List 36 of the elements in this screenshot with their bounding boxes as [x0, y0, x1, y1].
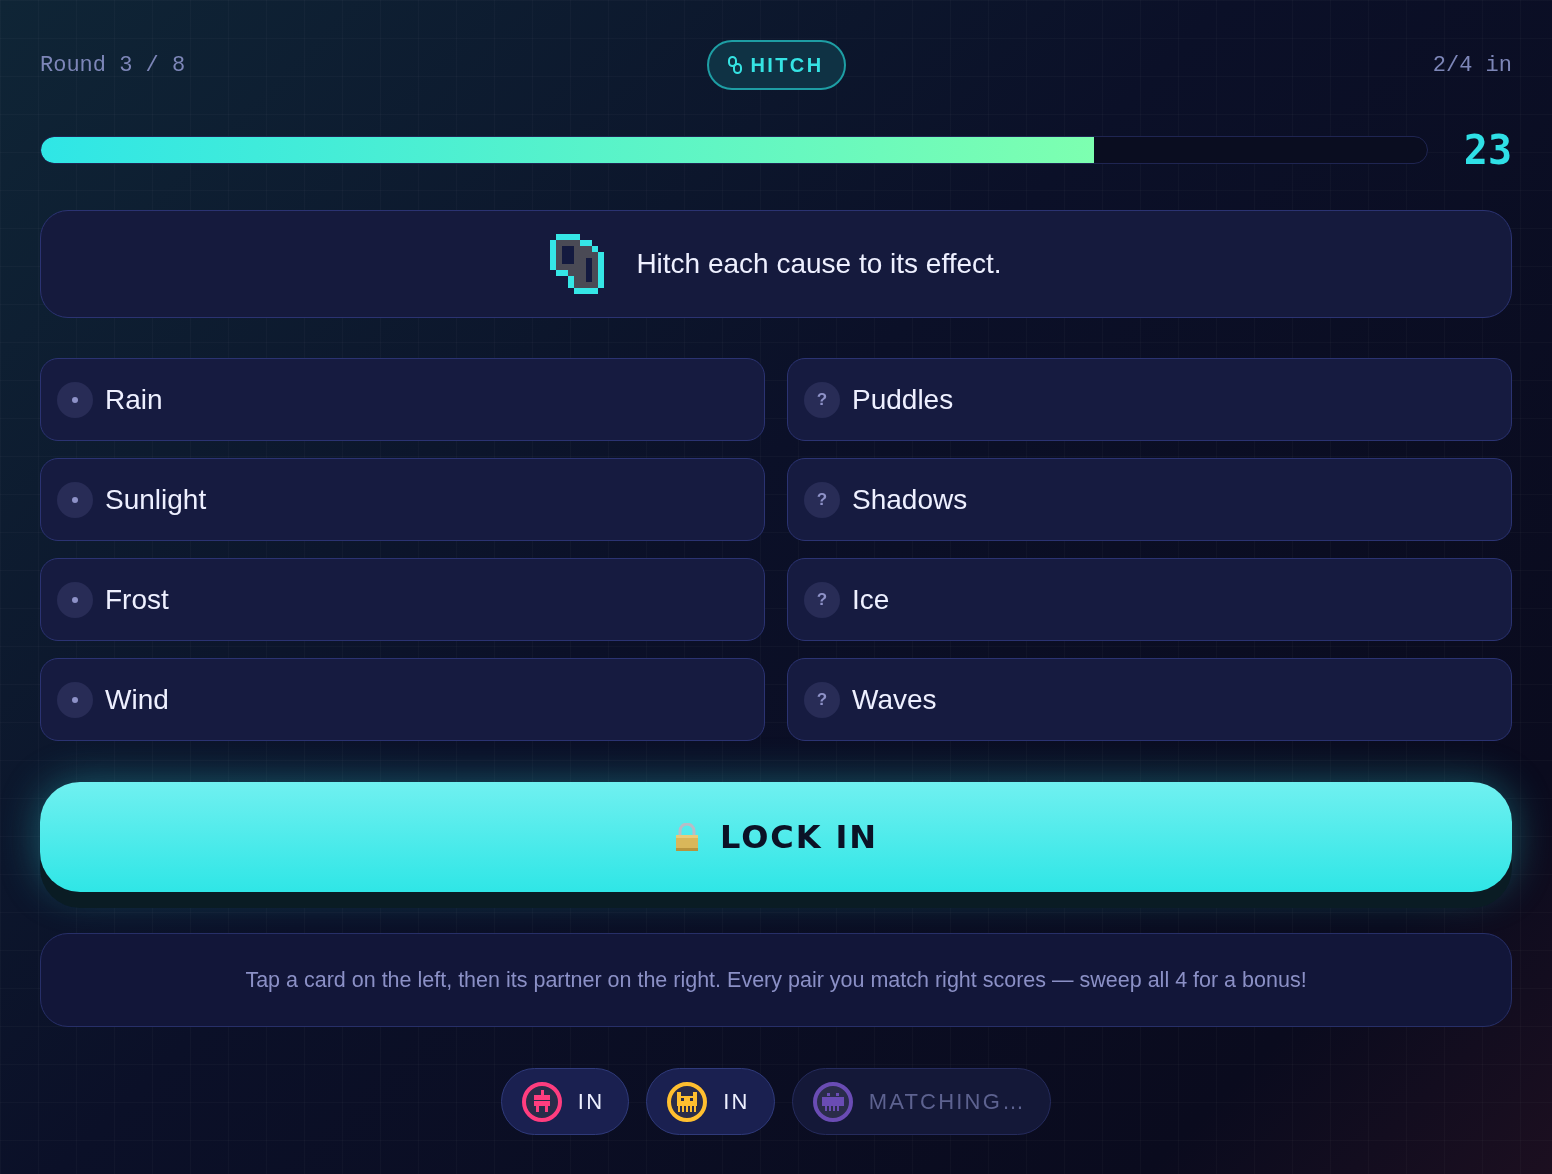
question-marker: ? [804, 681, 840, 718]
cause-card[interactable]: Sunlight [40, 458, 765, 541]
question-marker: ? [804, 481, 840, 518]
round-counter: Round 3 / 8 [40, 51, 187, 80]
effect-card[interactable]: ? Puddles [787, 358, 1512, 441]
prompt-text: Hitch each cause to its effect. [636, 247, 1002, 281]
mode-label: HITCH [750, 53, 824, 78]
player-status: MATCHING… [868, 1088, 1027, 1116]
dot-icon [57, 581, 93, 618]
dot-icon [57, 381, 93, 418]
hint-text: Tap a card on the left, then its partner on the right. Every pair you match right scores — sweep all 4 for a bonus! [245, 966, 1307, 994]
card-label: Rain [105, 382, 163, 417]
player-status: IN [723, 1088, 750, 1116]
card-label: Wind [105, 682, 169, 717]
card-label: Frost [105, 582, 169, 617]
card-label: Shadows [852, 482, 968, 517]
card-label: Sunlight [105, 482, 207, 517]
card-label: Waves [852, 682, 937, 717]
timer-seconds: 23 [1462, 130, 1512, 170]
question-marker: ? [804, 381, 840, 418]
card-label: Ice [852, 582, 890, 617]
chain-link-icon [550, 234, 605, 294]
padlock-icon [674, 823, 700, 851]
players-in-count: 2/4 in [1431, 51, 1512, 80]
question-marker: ? [804, 581, 840, 618]
cause-card[interactable]: Rain [40, 358, 765, 441]
dot-icon [57, 681, 93, 718]
card-label: Puddles [852, 382, 954, 417]
dot-icon [57, 481, 93, 518]
effect-card[interactable]: ? Ice [787, 558, 1512, 641]
effect-card[interactable]: ? Waves [787, 658, 1512, 741]
cause-card[interactable]: Wind [40, 658, 765, 741]
effect-card[interactable]: ? Shadows [787, 458, 1512, 541]
player-status: IN [577, 1088, 605, 1116]
chain-link-icon [728, 56, 743, 74]
cause-card[interactable]: Frost [40, 558, 765, 641]
